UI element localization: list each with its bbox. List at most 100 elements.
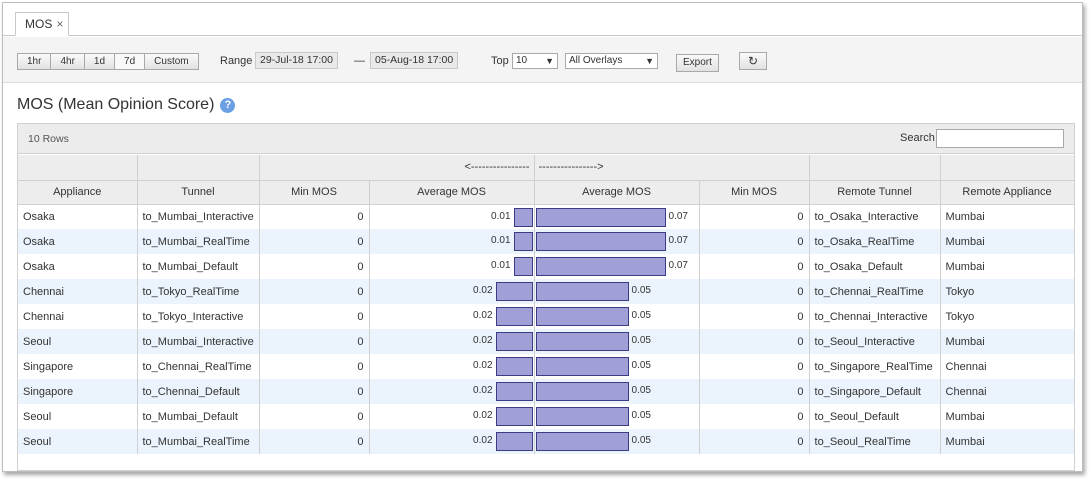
remote-average-mos-bar [535, 282, 629, 301]
cell-remote-min-mos: 0 [699, 279, 810, 304]
cell-min-mos: 0 [259, 304, 370, 329]
grid-toolbar: 10 Rows Search [18, 124, 1074, 154]
cell-min-mos: 0 [259, 379, 370, 404]
column-header-remote-tunnel[interactable]: Remote Tunnel [809, 180, 941, 205]
cell-min-mos: 0 [259, 229, 370, 254]
average-mos-value: 0.02 [473, 310, 493, 321]
table-row[interactable]: Seoul to_Mumbai_Default 0 0.02 0.05 0 to_Seoul… [18, 404, 1075, 429]
average-mos-bar [495, 282, 533, 301]
header-spacer [940, 155, 1075, 181]
column-header-min-mos[interactable]: Min MOS [699, 179, 810, 205]
cell-remote-min-mos: 0 [699, 329, 810, 354]
range-button-4hr[interactable]: 4hr [51, 53, 85, 70]
cell-tunnel: to_Tokyo_RealTime [137, 279, 260, 304]
overlay-select[interactable]: All Overlays ▼ [565, 53, 658, 69]
remote-average-mos-value: 0.05 [631, 310, 651, 321]
range-to-input[interactable]: 05-Aug-18 17:00 [370, 52, 459, 69]
cell-remote-average-mos: 0.07 [534, 254, 700, 279]
table-row[interactable]: Osaka to_Mumbai_RealTime 0 0.01 0.07 0 to_Osak… [18, 229, 1075, 254]
header-spacer [137, 155, 260, 181]
average-mos-value: 0.02 [473, 335, 493, 346]
cell-remote-min-mos: 0 [699, 354, 810, 379]
cell-remote-appliance: Tokyo [940, 304, 1075, 329]
cell-min-mos: 0 [259, 204, 370, 229]
caret-down-icon: ▼ [545, 56, 554, 66]
caret-down-icon: ▼ [645, 56, 654, 66]
cell-average-mos: 0.02 [369, 279, 535, 304]
export-button[interactable]: Export [676, 54, 719, 72]
average-mos-bar [495, 357, 533, 376]
remote-direction-arrow: ----------------> [534, 155, 810, 181]
table-row[interactable]: Osaka to_Mumbai_Interactive 0 0.01 0.07 0 to_O… [18, 204, 1075, 229]
cell-min-mos: 0 [259, 354, 370, 379]
cell-tunnel: to_Mumbai_Default [137, 404, 260, 429]
close-icon[interactable]: × [56, 17, 63, 31]
range-button-7d[interactable]: 7d [115, 53, 146, 70]
remote-average-mos-bar [535, 382, 629, 401]
remote-average-mos-bar [535, 332, 629, 351]
cell-appliance: Osaka [18, 204, 138, 229]
cell-tunnel: to_Chennai_RealTime [137, 354, 260, 379]
cell-remote-appliance: Chennai [940, 379, 1075, 404]
column-header-average-mos[interactable]: Average MOS [369, 179, 535, 205]
tab-mos[interactable]: MOS × [15, 12, 70, 36]
cell-remote-tunnel: to_Seoul_RealTime [809, 429, 941, 454]
mos-grid: 10 Rows Search <---------------- -------… [17, 123, 1075, 471]
local-direction-arrow: <---------------- [259, 155, 535, 181]
table-row[interactable]: Seoul to_Mumbai_RealTime 0 0.02 0.05 0 to_Seou… [18, 429, 1075, 454]
range-button-custom[interactable]: Custom [145, 53, 199, 70]
cell-remote-tunnel: to_Seoul_Default [809, 404, 941, 429]
top-label: Top [491, 55, 509, 67]
cell-min-mos: 0 [259, 429, 370, 454]
average-mos-value: 0.01 [491, 235, 511, 246]
search-input[interactable] [936, 129, 1064, 148]
cell-remote-appliance: Tokyo [940, 279, 1075, 304]
mos-table: <---------------- ----------------> Appl… [18, 155, 1075, 454]
help-icon[interactable]: ? [220, 97, 236, 113]
column-header-remote-appliance[interactable]: Remote Appliance [940, 180, 1075, 205]
average-mos-bar [495, 307, 533, 326]
remote-average-mos-bar [535, 307, 629, 326]
cell-average-mos: 0.02 [369, 304, 535, 329]
remote-average-mos-value: 0.07 [668, 260, 688, 271]
column-header-appliance[interactable]: Appliance [18, 180, 138, 205]
cell-remote-tunnel: to_Seoul_Interactive [809, 329, 941, 354]
remote-average-mos-bar [535, 432, 629, 451]
cell-average-mos: 0.02 [369, 354, 535, 379]
remote-average-mos-value: 0.07 [668, 210, 688, 222]
range-dash: — [354, 55, 365, 67]
cell-tunnel: to_Mumbai_Default [137, 254, 260, 279]
tab-mos-label: MOS [25, 17, 53, 31]
cell-remote-average-mos: 0.05 [534, 304, 700, 329]
cell-remote-min-mos: 0 [699, 404, 810, 429]
top-select[interactable]: 10 ▼ [512, 53, 558, 69]
range-from-input[interactable]: 29-Jul-18 17:00 [255, 52, 338, 69]
column-header-min-mos[interactable]: Min MOS [259, 179, 370, 205]
cell-remote-min-mos: 0 [699, 204, 810, 229]
cell-remote-min-mos: 0 [699, 304, 810, 329]
cell-appliance: Singapore [18, 379, 138, 404]
table-row[interactable]: Chennai to_Tokyo_Interactive 0 0.02 0.05 0 to_… [18, 304, 1075, 329]
cell-min-mos: 0 [259, 279, 370, 304]
cell-tunnel: to_Mumbai_Interactive [137, 204, 260, 229]
column-header-average-mos[interactable]: Average MOS [534, 179, 700, 205]
column-header-tunnel[interactable]: Tunnel [137, 180, 260, 205]
top-select-value: 10 [516, 55, 528, 66]
average-mos-bar [513, 207, 533, 227]
refresh-icon[interactable]: ↻ [739, 52, 768, 70]
average-mos-bar [495, 382, 533, 401]
range-button-1d[interactable]: 1d [84, 53, 116, 70]
cell-tunnel: to_Mumbai_RealTime [137, 229, 260, 254]
average-mos-value: 0.02 [473, 360, 493, 371]
table-row[interactable]: Chennai to_Tokyo_RealTime 0 0.02 0.05 0 to_Che… [18, 279, 1075, 304]
average-mos-value: 0.01 [491, 210, 511, 222]
table-row[interactable]: Singapore to_Chennai_RealTime 0 0.02 0.05 0 to… [18, 354, 1075, 379]
table-row[interactable]: Singapore to_Chennai_Default 0 0.02 0.05 0 to_… [18, 379, 1075, 404]
average-mos-value: 0.02 [473, 410, 493, 421]
average-mos-value: 0.02 [473, 435, 493, 446]
table-row[interactable]: Osaka to_Mumbai_Default 0 0.01 0.07 0 to_Osaka… [18, 254, 1075, 279]
range-button-1hr[interactable]: 1hr [17, 53, 52, 70]
table-row[interactable]: Seoul to_Mumbai_Interactive 0 0.02 0.05 0 to_S… [18, 329, 1075, 354]
cell-tunnel: to_Tokyo_Interactive [137, 304, 260, 329]
remote-average-mos-value: 0.05 [631, 335, 651, 346]
